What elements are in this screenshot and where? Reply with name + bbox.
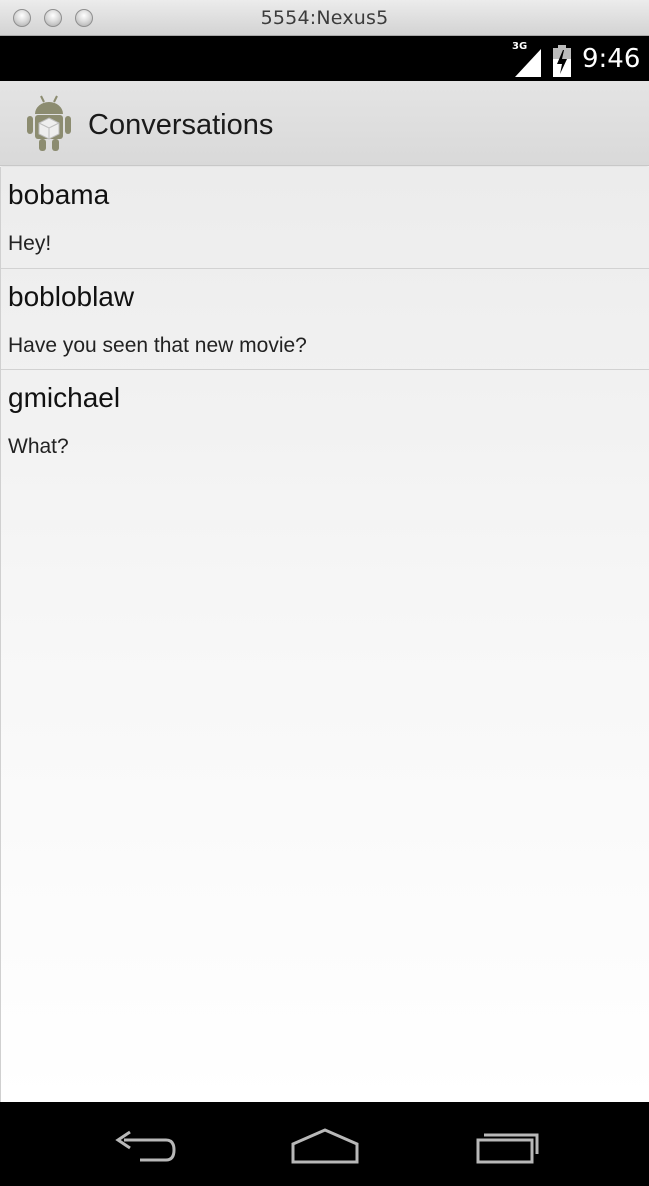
conversation-row[interactable]: bobama Hey! [1, 167, 649, 268]
conversation-message: Have you seen that new movie? [8, 334, 307, 357]
android-app-icon[interactable] [26, 94, 72, 152]
action-bar-title: Conversations [88, 109, 274, 141]
conversation-message: What? [8, 435, 69, 458]
conversation-list: bobama Hey! bobloblaw Have you seen that… [0, 167, 649, 1102]
conversation-row[interactable]: bobloblaw Have you seen that new movie? [1, 268, 649, 369]
window-title-bar: 5554:Nexus5 [0, 0, 649, 36]
conversation-name: gmichael [8, 382, 121, 413]
conversation-row[interactable]: gmichael What? [1, 369, 649, 470]
back-icon[interactable] [110, 1124, 180, 1168]
status-bar: 3G 9:46 [0, 36, 649, 81]
action-bar: Conversations [0, 81, 649, 166]
clock: 9:46 [582, 44, 641, 74]
home-icon[interactable] [290, 1124, 360, 1168]
window-title: 5554:Nexus5 [260, 7, 389, 29]
conversation-name: bobloblaw [8, 281, 135, 312]
navigation-bar [0, 1102, 649, 1186]
recent-apps-icon[interactable] [472, 1124, 542, 1168]
signal-icon [515, 49, 541, 77]
battery-charging-icon [553, 45, 571, 77]
conversation-name: bobama [8, 179, 110, 210]
conversation-message: Hey! [8, 232, 52, 255]
